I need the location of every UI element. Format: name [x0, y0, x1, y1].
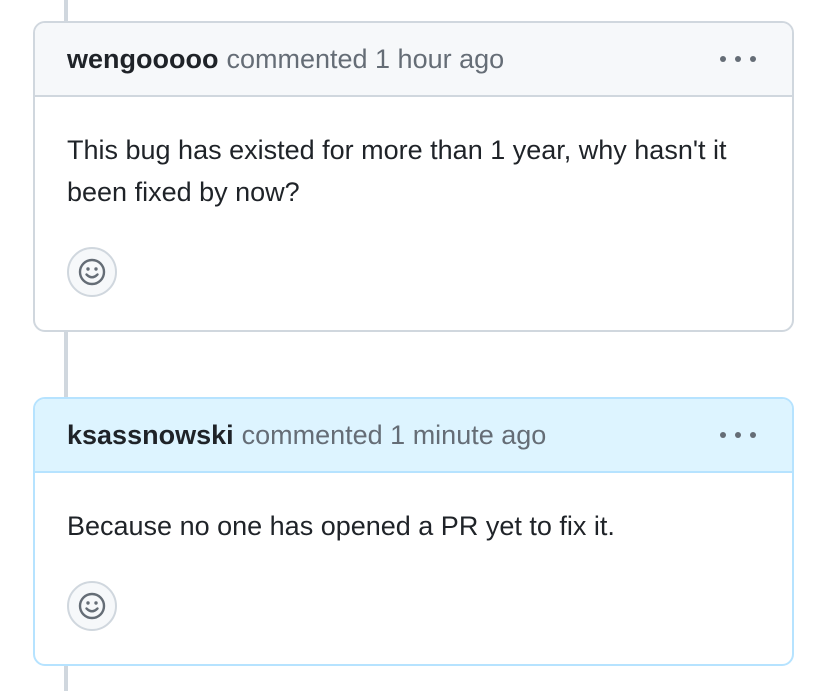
- kebab-horizontal-icon: [720, 56, 726, 62]
- comment-timestamp[interactable]: commented 1 minute ago: [242, 420, 547, 451]
- more-options-button[interactable]: [720, 421, 756, 449]
- kebab-dot: [750, 56, 756, 62]
- comment-timestamp[interactable]: commented 1 hour ago: [226, 44, 504, 75]
- kebab-dot: [735, 56, 741, 62]
- kebab-horizontal-icon: [720, 432, 726, 438]
- comment-card: wengooooo commented 1 hour ago This bug …: [33, 21, 794, 332]
- add-reaction-button[interactable]: [67, 247, 117, 297]
- comment-header: ksassnowski commented 1 minute ago: [35, 399, 792, 473]
- comment-header: wengooooo commented 1 hour ago: [35, 23, 792, 97]
- kebab-dot: [750, 432, 756, 438]
- more-options-button[interactable]: [720, 45, 756, 73]
- comment-body: This bug has existed for more than 1 yea…: [67, 135, 727, 207]
- comment-card: ksassnowski commented 1 minute ago Becau…: [33, 397, 794, 666]
- comment-author[interactable]: ksassnowski: [67, 420, 234, 451]
- comment-body: Because no one has opened a PR yet to fi…: [67, 511, 615, 541]
- kebab-dot: [735, 432, 741, 438]
- smiley-icon: [78, 258, 106, 286]
- add-reaction-button[interactable]: [67, 581, 117, 631]
- smiley-icon: [78, 592, 106, 620]
- comment-author[interactable]: wengooooo: [67, 44, 218, 75]
